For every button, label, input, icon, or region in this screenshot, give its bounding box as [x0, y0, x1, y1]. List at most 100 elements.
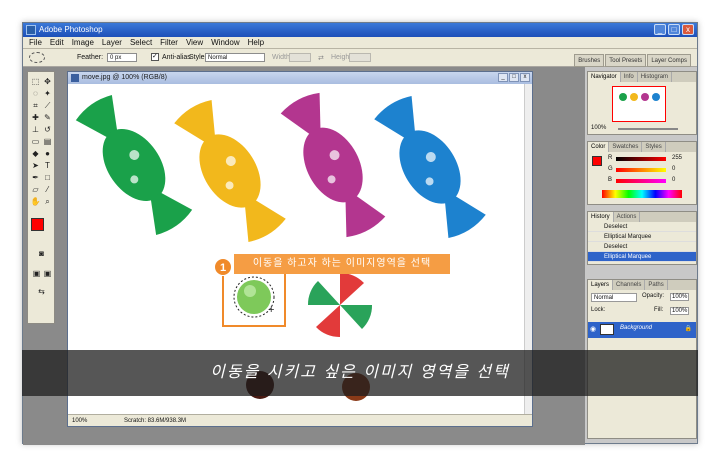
imageready-icon[interactable]: ⇆	[36, 286, 47, 297]
slice-tool-icon[interactable]: ⟋	[42, 100, 53, 111]
history-item-selected[interactable]: Elliptical Marquee	[588, 252, 696, 262]
marquee-tool-icon[interactable]	[29, 52, 45, 63]
zoom-readout[interactable]: 100%	[72, 415, 87, 427]
navigator-thumbnail[interactable]	[612, 86, 666, 122]
path-select-icon[interactable]: ➤	[30, 160, 41, 171]
doc-close-button[interactable]: x	[520, 73, 530, 82]
antialias-checkbox[interactable]: ✓	[151, 53, 159, 61]
height-input[interactable]	[349, 53, 371, 62]
swap-icon[interactable]: ⇄	[318, 54, 324, 62]
menu-select[interactable]: Select	[130, 37, 152, 48]
tab-actions[interactable]: Actions	[614, 212, 641, 222]
subtitle-caption: 이동을 시키고 싶은 이미지 영역을 선택	[22, 350, 698, 396]
navigator-zoom[interactable]: 100%	[591, 125, 606, 131]
shape-tool-icon[interactable]: □	[42, 172, 53, 183]
crop-tool-icon[interactable]: ⌗	[30, 100, 41, 111]
eyedropper-icon[interactable]: ⁄	[42, 184, 53, 195]
healing-tool-icon[interactable]: ✚	[30, 112, 41, 123]
minimize-button[interactable]: _	[654, 24, 666, 35]
palette-well-tool-presets[interactable]: Tool Presets	[605, 54, 647, 67]
history-item[interactable]: Deselect	[588, 242, 696, 252]
screen-mode-icon[interactable]: ▣	[31, 268, 42, 279]
history-item[interactable]: Deselect	[588, 222, 696, 232]
color-foreground-swatch[interactable]	[592, 156, 602, 166]
zoom-tool-icon[interactable]: ⌕	[42, 196, 53, 207]
stamp-tool-icon[interactable]: ⊥	[30, 124, 41, 135]
menu-image[interactable]: Image	[72, 37, 94, 48]
step-number-badge: 1	[214, 258, 232, 276]
layer-name[interactable]: Background	[620, 325, 652, 331]
history-item[interactable]: Elliptical Marquee	[588, 232, 696, 242]
gradient-tool-icon[interactable]: ▤	[42, 136, 53, 147]
tab-navigator[interactable]: Navigator	[588, 72, 621, 82]
g-slider[interactable]	[616, 168, 666, 172]
magic-wand-icon[interactable]: ✦	[42, 88, 53, 99]
tab-channels[interactable]: Channels	[613, 280, 646, 290]
doc-minimize-button[interactable]: _	[498, 73, 508, 82]
navigator-panel: Navigator Info Histogram 100%	[587, 71, 697, 135]
marquee-tool-icon[interactable]: ⬚	[30, 76, 41, 87]
doc-maximize-button[interactable]: □	[509, 73, 519, 82]
palette-well-layer-comps[interactable]: Layer Comps	[647, 54, 691, 67]
color-ramp[interactable]	[602, 190, 682, 198]
dodge-tool-icon[interactable]: ●	[42, 148, 53, 159]
menu-edit[interactable]: Edit	[50, 37, 64, 48]
yellow-candy	[174, 99, 286, 243]
pen-tool-icon[interactable]: ✒	[30, 172, 41, 183]
tab-color[interactable]: Color	[588, 142, 610, 152]
menu-filter[interactable]: Filter	[160, 37, 178, 48]
callout-bracket-right	[284, 272, 286, 327]
quickmask-icon[interactable]: ◙	[36, 248, 47, 259]
style-label: Style:	[189, 54, 207, 61]
menu-file[interactable]: File	[29, 37, 42, 48]
screen-mode-full-icon[interactable]: ▣	[42, 268, 53, 279]
lock-icon: 🔒	[684, 326, 692, 332]
options-bar: Feather: 0 px ✓ Anti-alias Style: Normal…	[23, 49, 697, 67]
history-brush-icon[interactable]: ↺	[42, 124, 53, 135]
layer-row-background[interactable]: ◉ Background 🔒	[588, 322, 696, 338]
opacity-input[interactable]: 100%	[670, 293, 690, 301]
r-slider[interactable]	[616, 157, 666, 161]
menu-bar: File Edit Image Layer Select Filter View…	[23, 37, 697, 49]
move-tool-icon[interactable]: ✥	[42, 76, 53, 87]
brush-tool-icon[interactable]: ✎	[42, 112, 53, 123]
width-input[interactable]	[289, 53, 311, 62]
tab-info[interactable]: Info	[621, 72, 638, 82]
purple-candy	[280, 92, 386, 238]
callout-bracket-bottom	[222, 325, 286, 327]
foreground-color-swatch[interactable]	[31, 218, 44, 231]
hand-tool-icon[interactable]: ✋	[30, 196, 41, 207]
menu-help[interactable]: Help	[248, 37, 264, 48]
tab-paths[interactable]: Paths	[645, 280, 668, 290]
title-bar[interactable]: Adobe Photoshop _ □ x	[23, 23, 697, 37]
close-button[interactable]: x	[682, 24, 694, 35]
menu-layer[interactable]: Layer	[102, 37, 122, 48]
b-value[interactable]: 0	[672, 177, 675, 183]
menu-window[interactable]: Window	[211, 37, 239, 48]
fill-input[interactable]: 100%	[670, 307, 690, 315]
color-panel: Color Swatches Styles R 255 G 0 B 0	[587, 141, 697, 205]
maximize-button[interactable]: □	[668, 24, 680, 35]
tab-history[interactable]: History	[588, 212, 614, 222]
lasso-tool-icon[interactable]: ◌	[30, 88, 41, 99]
menu-view[interactable]: View	[186, 37, 203, 48]
visibility-eye-icon[interactable]: ◉	[590, 325, 596, 333]
palette-well-brushes[interactable]: Brushes	[574, 54, 605, 67]
callout-label: 이동을 하고자 하는 이미지영역을 선택	[234, 254, 450, 274]
tab-histogram[interactable]: Histogram	[638, 72, 673, 82]
r-value[interactable]: 255	[672, 155, 682, 161]
tab-styles[interactable]: Styles	[642, 142, 666, 152]
b-slider[interactable]	[616, 179, 666, 183]
feather-input[interactable]: 0 px	[107, 53, 137, 62]
style-select[interactable]: Normal	[205, 53, 265, 62]
tab-layers[interactable]: Layers	[588, 280, 614, 290]
eraser-tool-icon[interactable]: ▭	[30, 136, 41, 147]
navigator-zoom-slider[interactable]	[618, 128, 678, 130]
blend-mode-select[interactable]: Normal	[591, 293, 637, 302]
g-value[interactable]: 0	[672, 166, 675, 172]
tab-swatches[interactable]: Swatches	[609, 142, 643, 152]
blur-tool-icon[interactable]: ◆	[30, 148, 41, 159]
document-title-bar[interactable]: move.jpg @ 100% (RGB/8) _ □ x	[68, 72, 532, 84]
type-tool-icon[interactable]: T	[42, 160, 53, 171]
notes-tool-icon[interactable]: ▱	[30, 184, 41, 195]
